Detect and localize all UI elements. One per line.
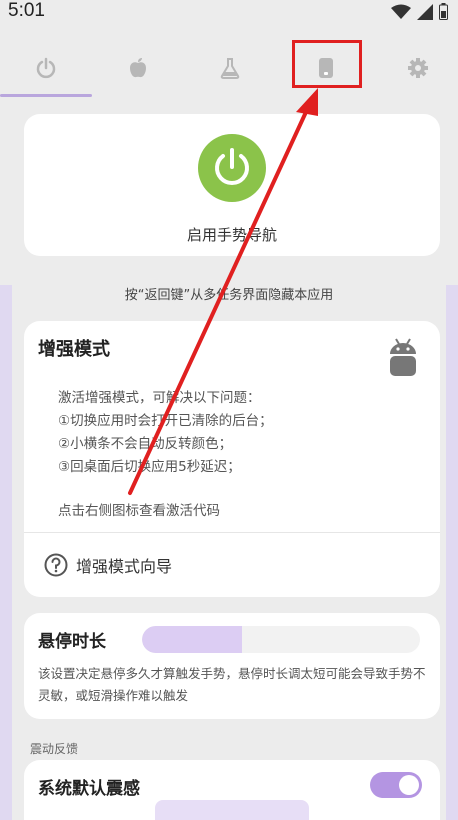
enhance-description: 激活增强模式，可解决以下问题： ①切换应用时会打开已清除的后台； ②小横条不会自… <box>58 387 273 479</box>
annotation-highlight-box <box>292 40 362 88</box>
desc-line: ①切换应用时会打开已清除的后台； <box>58 413 273 429</box>
enhance-card: 增强模式 激活增强模式，可解决以下问题： ①切换应用时会打开已清除的后台； ②小… <box>24 321 440 597</box>
help-icon <box>44 553 68 577</box>
gear-icon <box>408 58 428 78</box>
power-icon <box>36 57 56 79</box>
status-icons <box>391 3 448 20</box>
bottom-bar <box>155 800 309 820</box>
tab-indicator <box>0 94 92 97</box>
tab-power[interactable] <box>0 38 92 98</box>
vibration-toggle[interactable] <box>370 772 422 798</box>
battery-icon <box>439 3 448 20</box>
tab-lab[interactable] <box>184 38 276 98</box>
vibration-label: 系统默认震感 <box>38 779 140 799</box>
tab-bar <box>0 38 458 98</box>
android-icon[interactable] <box>388 337 418 377</box>
enhance-guide-row[interactable]: 增强模式向导 <box>24 533 440 597</box>
code-hint: 点击右侧图标查看激活代码 <box>58 503 220 519</box>
desc-line: ②小横条不会自动反转颜色； <box>58 436 233 452</box>
enhance-title: 增强模式 <box>38 339 110 360</box>
side-strip <box>0 285 12 820</box>
wifi-icon <box>391 4 411 19</box>
status-time: 5:01 <box>8 0 45 21</box>
side-strip <box>446 285 458 820</box>
hover-description: 该设置决定悬停多久才算触发手势，悬停时长调太短可能会导致手势不灵敏，或短滑操作难… <box>38 666 426 703</box>
signal-icon <box>417 3 433 20</box>
gesture-power-button[interactable] <box>198 134 266 202</box>
hover-title: 悬停时长 <box>38 632 106 652</box>
desc-line: ③回桌面后切换应用5秒延迟； <box>58 459 241 475</box>
vibration-section-label: 震动反馈 <box>30 742 79 756</box>
status-bar: 5:01 <box>0 0 458 24</box>
hover-duration-card: 悬停时长 该设置决定悬停多久才算触发手势，悬停时长调太短可能会导致手势不灵敏，或… <box>24 613 440 719</box>
flask-icon <box>220 58 240 79</box>
guide-label: 增强模式向导 <box>76 557 173 576</box>
slider-fill <box>142 626 243 653</box>
power-icon <box>215 148 249 185</box>
power-card: 启用手势导航 <box>24 114 440 256</box>
hide-hint: 按“返回键”从多任务界面隐藏本应用 <box>124 288 334 303</box>
tab-settings[interactable] <box>372 38 458 98</box>
toggle-knob <box>399 775 419 795</box>
desc-line: 激活增强模式，可解决以下问题： <box>58 390 261 406</box>
tab-apple[interactable] <box>92 38 184 98</box>
power-label: 启用手势导航 <box>186 226 277 244</box>
apple-icon <box>130 58 146 78</box>
hover-duration-slider[interactable] <box>142 626 420 653</box>
